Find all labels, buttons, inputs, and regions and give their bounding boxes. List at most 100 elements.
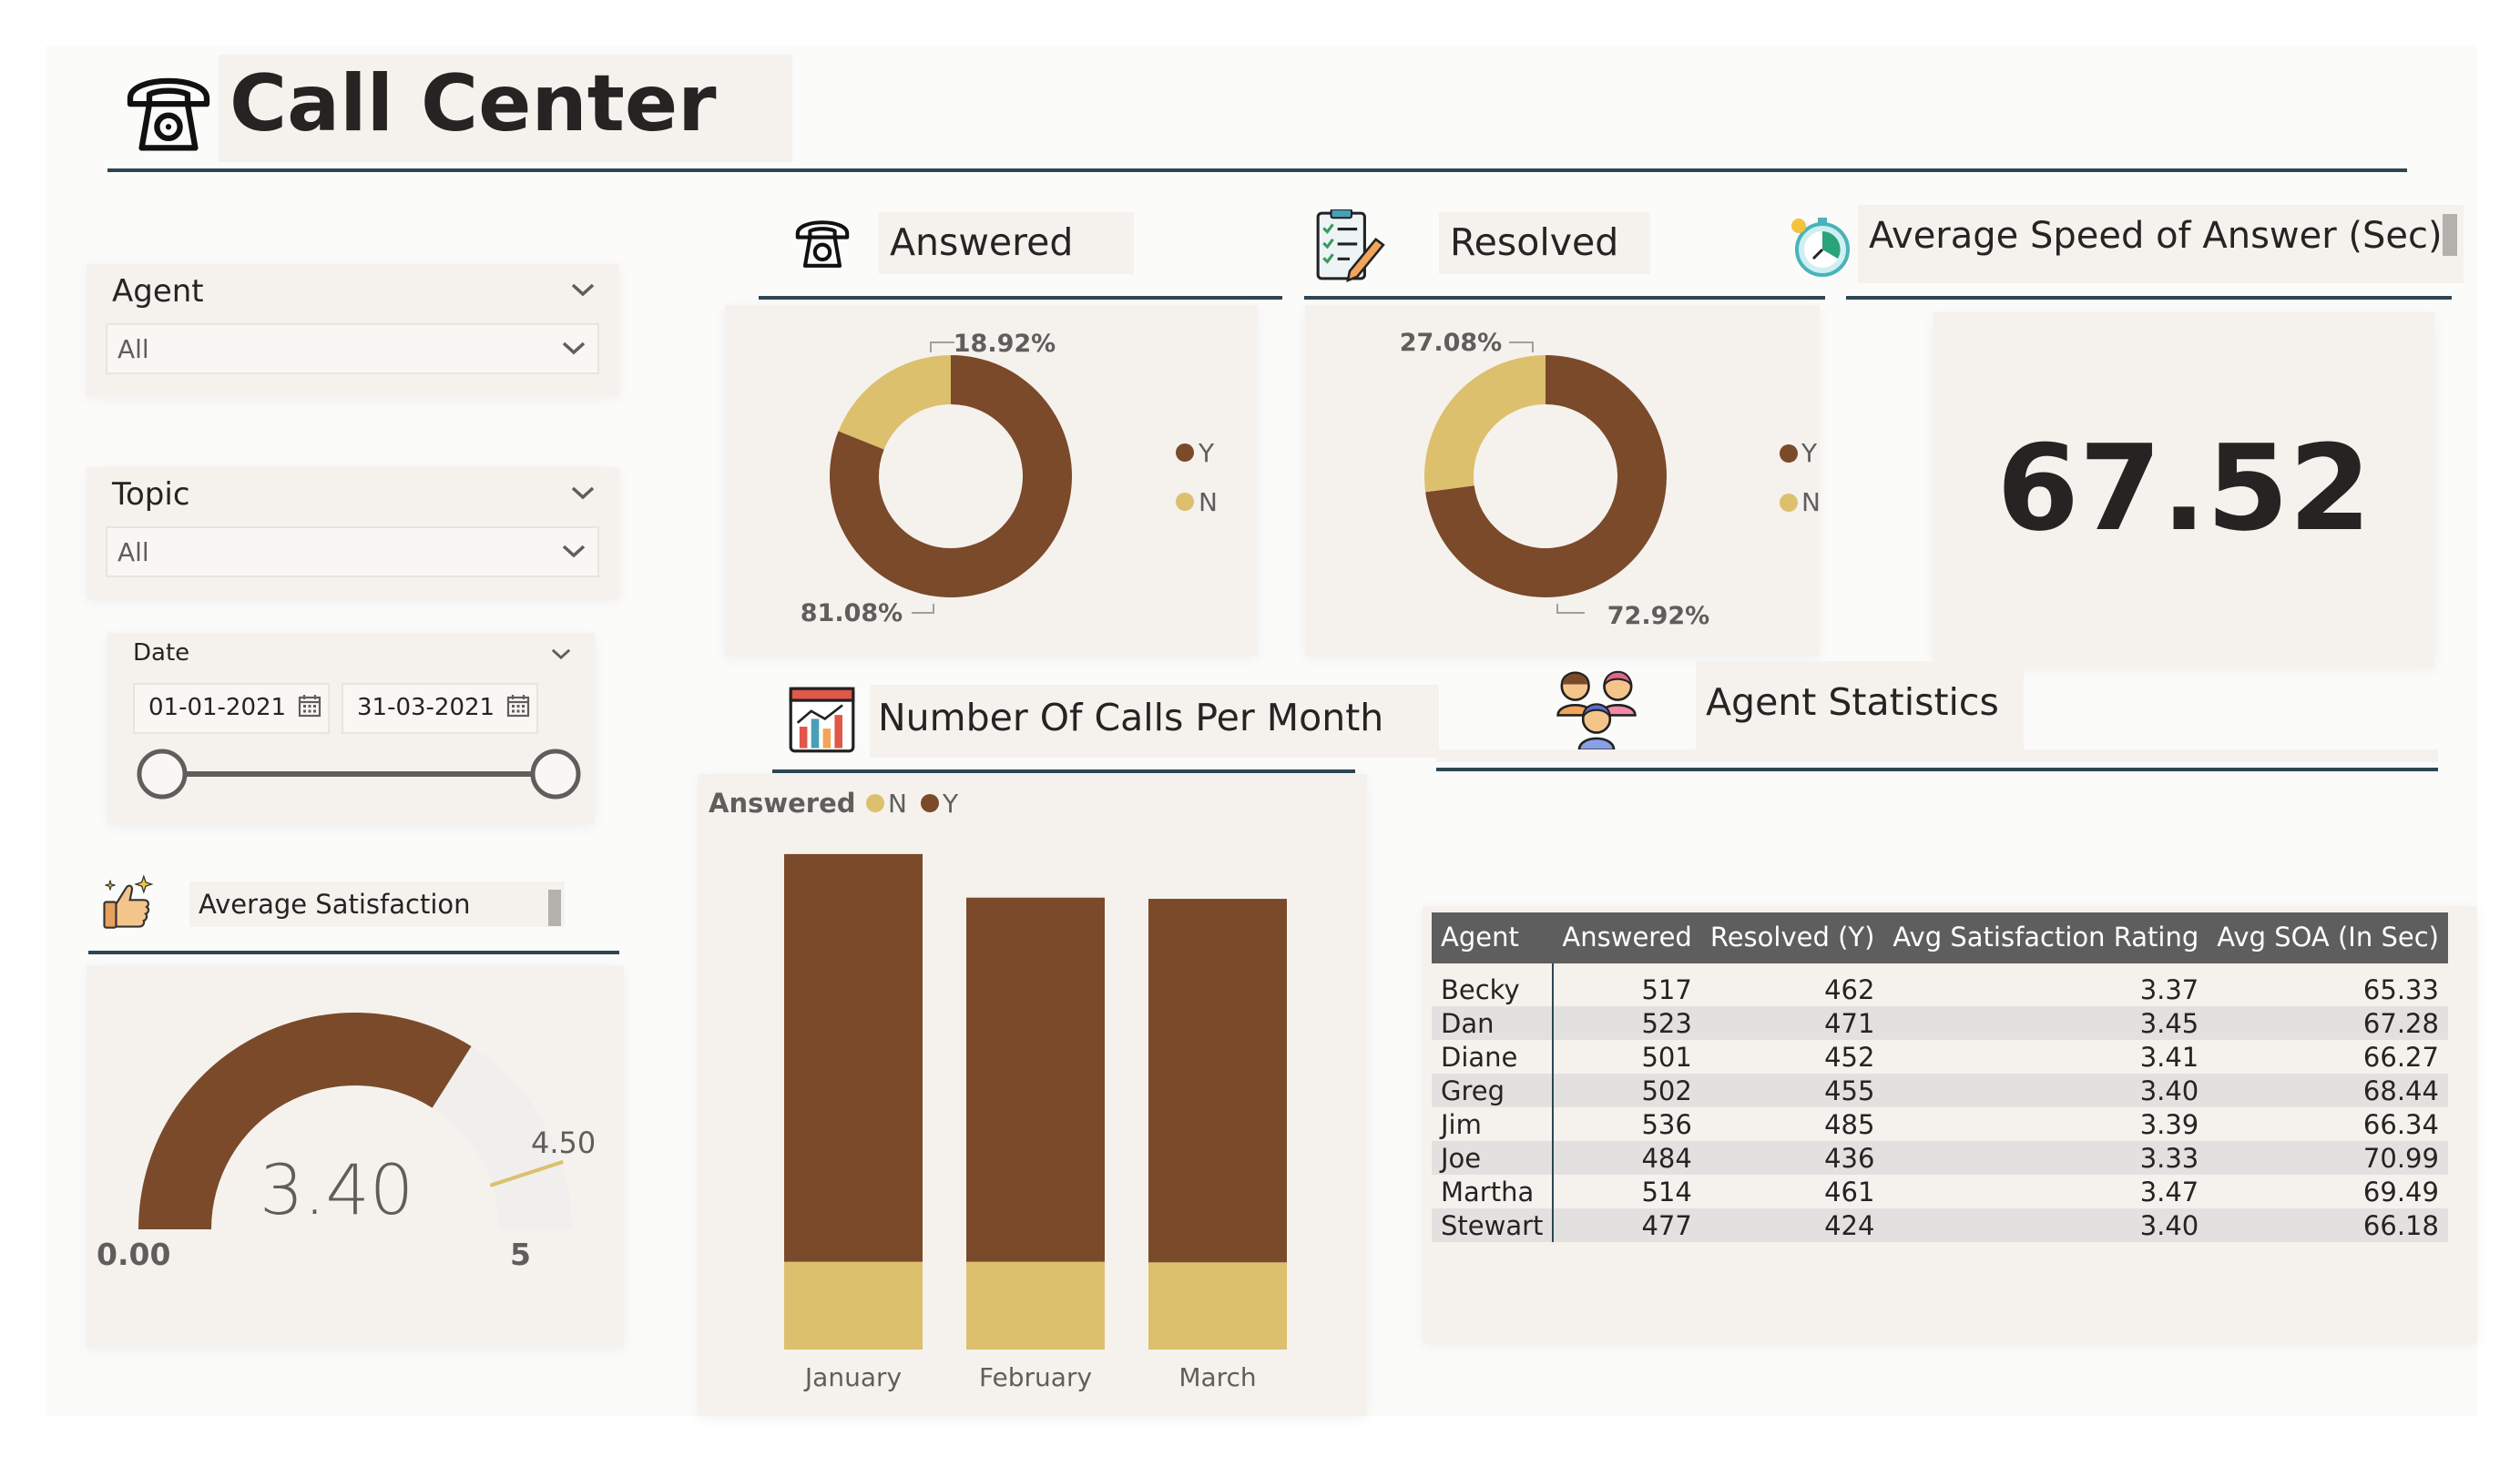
table-cell: Greg: [1432, 1074, 1555, 1107]
table-cell: 536: [1641, 1108, 1692, 1140]
calls-divider: [772, 769, 1355, 773]
chevron-down-icon[interactable]: [560, 540, 587, 562]
table-cell: Stewart: [1432, 1208, 1555, 1242]
resolved-n-label: 27.08%: [1400, 329, 1502, 357]
slider-end-handle: [530, 749, 581, 800]
calls-legend-n: N: [888, 789, 907, 819]
x-tick-label: February: [979, 1362, 1092, 1392]
table-cell: 3.37: [2139, 973, 2199, 1005]
legend-marker-y: [1176, 443, 1194, 462]
asa-divider: [1846, 296, 2452, 300]
resolved-donut: 27.08% 72.92% Y N: [1400, 329, 1820, 630]
table-cell: Dan: [1432, 1006, 1555, 1040]
calls-legend-y: Y: [942, 789, 959, 819]
table-cell: 514: [1641, 1176, 1692, 1207]
table-cell: Joe: [1432, 1141, 1555, 1175]
calendar-icon[interactable]: [506, 694, 530, 718]
asa-value: 67.52: [1996, 419, 2372, 557]
resolved-y-label: 72.92%: [1607, 602, 1709, 630]
resolved-legend-y: Y: [1801, 438, 1818, 468]
resolved-title: Resolved: [1450, 220, 1619, 264]
answered-donut: 18.92% 81.08% Y N: [801, 330, 1218, 627]
table-cell: 477: [1553, 1208, 1701, 1242]
column-header[interactable]: Answered: [1553, 912, 1701, 963]
satisfaction-title: Average Satisfaction Rating: [199, 889, 471, 920]
table-row: Diane 501 452 3.41 66.27: [1432, 1040, 2448, 1074]
bar-chart-icon: [788, 686, 856, 754]
answered-legend-y: Y: [1198, 438, 1215, 468]
table-cell: 502: [1553, 1074, 1701, 1107]
gauge-max-label: 5: [510, 1237, 531, 1272]
chevron-down-icon[interactable]: [549, 645, 573, 663]
scrollbar[interactable]: [548, 890, 561, 926]
bar-january-n[interactable]: [784, 1261, 923, 1350]
legend-marker-n: [1176, 493, 1194, 511]
satisfaction-divider: [88, 951, 619, 954]
chevron-down-icon[interactable]: [569, 279, 597, 301]
table-cell: 69.49: [2362, 1176, 2439, 1207]
table-cell: 424: [1700, 1208, 1884, 1242]
bar-february-y[interactable]: [966, 897, 1105, 1262]
column-header[interactable]: Resolved (Y): [1700, 912, 1884, 963]
table-cell: 485: [1824, 1108, 1875, 1140]
agent-dropdown-value: All: [117, 334, 149, 364]
slider-start-handle: [137, 749, 188, 800]
telephone-icon: [118, 64, 219, 159]
column-header[interactable]: Agent: [1432, 912, 1554, 963]
legend-marker-y: [921, 794, 939, 812]
table-row: Martha 514 461 3.47 69.49: [1432, 1175, 2448, 1208]
column-header[interactable]: Avg SOA (In Sec): [2208, 912, 2448, 963]
table-cell: 455: [1700, 1074, 1884, 1107]
page-title: Call Center: [230, 58, 717, 149]
answered-y-label: 81.08%: [801, 599, 903, 627]
scrollbar[interactable]: [2443, 214, 2457, 256]
gauge-value: 3.40: [260, 1149, 414, 1230]
resolved-divider: [1304, 296, 1825, 300]
answered-legend-n: N: [1199, 487, 1218, 517]
table-cell: 3.39: [2139, 1108, 2199, 1140]
table-cell: 3.40: [1883, 1074, 2209, 1107]
gauge-target-label: 4.50: [531, 1126, 597, 1160]
table-cell: 66.18: [2208, 1208, 2448, 1242]
bar-february-n[interactable]: [966, 1261, 1105, 1350]
agent-dropdown[interactable]: [106, 323, 599, 374]
table-cell: 523: [1553, 1006, 1701, 1040]
calendar-icon[interactable]: [298, 694, 321, 718]
table-header-row: Agent Answered Resolved (Y) Avg Satisfac…: [1432, 912, 2448, 963]
answered-title: Answered: [890, 220, 1074, 264]
x-tick-label: January: [803, 1362, 902, 1392]
table-cell: Diane: [1432, 1040, 1555, 1074]
table-cell: 517: [1641, 973, 1692, 1005]
donut-slice-n[interactable]: [838, 355, 951, 450]
table-cell: 436: [1700, 1141, 1884, 1175]
agent-stats-divider: [1436, 768, 2438, 771]
table-cell: 471: [1700, 1006, 1884, 1040]
calls-title: Number Of Calls Per Month: [878, 696, 1384, 739]
asa-title: Average Speed of Answer (Sec): [1869, 215, 2443, 257]
bar-january-y[interactable]: [784, 853, 923, 1262]
table-cell: 461: [1824, 1176, 1875, 1207]
stopwatch-icon: [1790, 215, 1853, 279]
agent-stats-header-strip: [1436, 749, 2438, 762]
bar-march-y[interactable]: [1148, 899, 1287, 1263]
answered-n-label: 18.92%: [954, 330, 1056, 358]
column-header[interactable]: Avg Satisfaction Rating: [1883, 912, 2209, 963]
table-cell: 70.99: [2208, 1141, 2448, 1175]
agent-stats-title: Agent Statistics: [1706, 680, 1999, 724]
chevron-down-icon[interactable]: [569, 482, 597, 504]
chevron-down-icon[interactable]: [560, 337, 587, 359]
topic-dropdown[interactable]: [106, 526, 599, 577]
agents-group-icon: [1548, 663, 1645, 752]
donut-slice-n[interactable]: [1424, 355, 1546, 493]
table-row: Greg 502 455 3.40 68.44: [1432, 1074, 2448, 1107]
bar-march-n[interactable]: [1148, 1262, 1287, 1350]
table-cell: 3.41: [2139, 1041, 2199, 1073]
thumbs-up-sparkle-icon: [98, 872, 158, 932]
table-cell: 67.28: [2208, 1006, 2448, 1040]
table-cell: Becky: [1432, 963, 1555, 1006]
table-cell: 484: [1553, 1141, 1701, 1175]
table-cell: 65.33: [2362, 973, 2439, 1005]
table-cell: 66.27: [2362, 1041, 2439, 1073]
table-cell: 452: [1824, 1041, 1875, 1073]
date-range-slider[interactable]: [128, 742, 592, 806]
